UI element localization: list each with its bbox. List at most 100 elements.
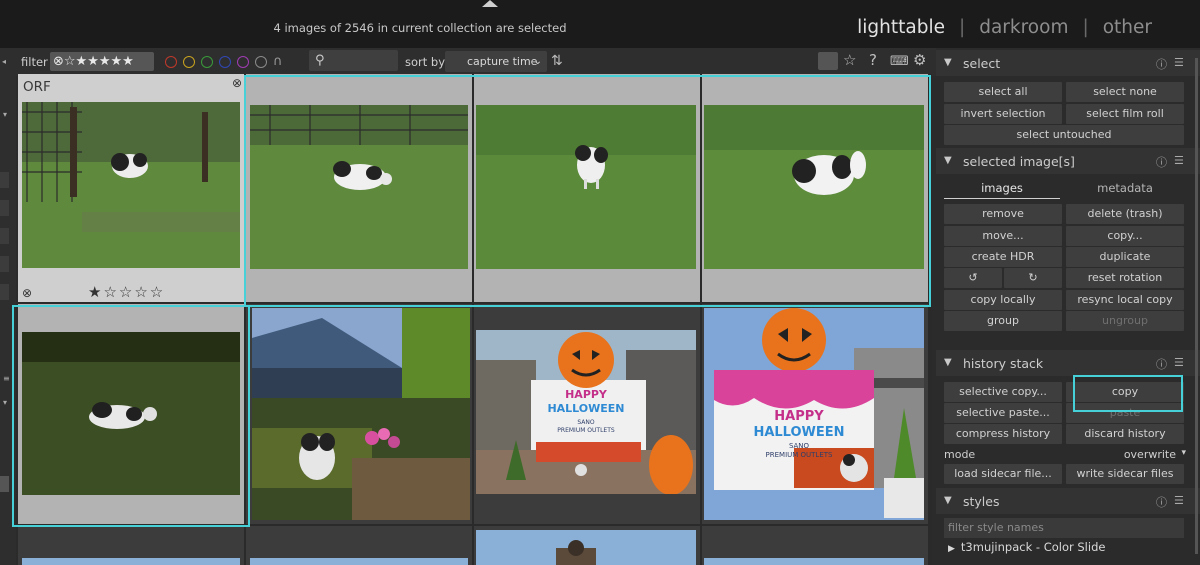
help-icon[interactable]: ? xyxy=(869,51,877,69)
reset-icon[interactable]: ⓘ xyxy=(1156,56,1167,72)
select-untouched-button[interactable]: select untouched xyxy=(944,125,1184,145)
presets-menu-icon[interactable]: ☰ xyxy=(1174,154,1184,167)
thumbnail-cell[interactable] xyxy=(246,304,472,524)
left-section-arrow-icon[interactable]: ▾ xyxy=(3,398,7,407)
left-panel-toggle-icon[interactable]: ◂ xyxy=(2,57,6,66)
left-panel-tab[interactable] xyxy=(0,284,9,300)
search-input[interactable]: ⚲ xyxy=(309,50,398,71)
color-label-purple-icon[interactable] xyxy=(237,56,249,68)
style-filter-input[interactable]: filter style names xyxy=(944,518,1184,538)
view-separator: | xyxy=(958,17,966,38)
left-panel-tab[interactable] xyxy=(0,256,9,272)
thumbnail-image xyxy=(22,558,240,565)
load-sidecar-button[interactable]: load sidecar file... xyxy=(944,464,1062,484)
thumbnail-cell[interactable] xyxy=(246,526,472,565)
star-icon[interactable]: ☆ xyxy=(843,51,856,69)
duplicate-button[interactable]: duplicate xyxy=(1066,247,1184,267)
left-panel-tab[interactable] xyxy=(0,476,9,492)
selective-copy-button[interactable]: selective copy... xyxy=(944,382,1062,402)
selection-highlight xyxy=(12,305,250,527)
right-panel-scrollbar[interactable] xyxy=(1195,58,1198,554)
rotate-ccw-button[interactable]: ↺ xyxy=(944,268,1002,288)
color-label-yellow-icon[interactable] xyxy=(183,56,195,68)
thumbnail-image: HAPPY HALLOWEEN SANO PREMIUM OUTLETS xyxy=(704,308,924,520)
copy-locally-button[interactable]: copy locally xyxy=(944,290,1062,310)
select-all-button[interactable]: select all xyxy=(944,82,1062,102)
color-label-filter: ∩ xyxy=(165,55,283,68)
presets-menu-icon[interactable]: ☰ xyxy=(1174,356,1184,369)
left-panel-tab[interactable] xyxy=(0,200,9,216)
tab-images[interactable]: images xyxy=(944,179,1060,199)
thumbnail-cell[interactable]: HAPPY HALLOWEEN SANO PREMIUM OUTLETS xyxy=(702,304,928,524)
sort-dropdown[interactable]: capture time ⌄ xyxy=(445,51,547,72)
move-button[interactable]: move... xyxy=(944,226,1062,246)
color-label-red-icon[interactable] xyxy=(165,56,177,68)
mode-row[interactable]: mode overwrite ▾ xyxy=(944,448,1186,461)
thumbnail-cell[interactable] xyxy=(18,526,244,565)
mode-value[interactable]: overwrite xyxy=(1124,448,1176,461)
color-label-operator-icon[interactable]: ∩ xyxy=(273,55,283,68)
select-none-button[interactable]: select none xyxy=(1066,82,1184,102)
sort-value: capture time xyxy=(467,55,538,68)
tab-metadata[interactable]: metadata xyxy=(1066,179,1184,199)
select-section-header[interactable]: ▼ select ⓘ ☰ xyxy=(936,50,1200,76)
thumbnail-image xyxy=(22,102,240,268)
color-label-blue-icon[interactable] xyxy=(219,56,231,68)
thumbnail-cell[interactable]: ORF ⊗ ⊗ ★☆☆☆☆ xyxy=(18,74,244,302)
thumbnail-cell[interactable]: HAPPY HALLOWEEN SANO PREMIUM OUTLETS xyxy=(474,304,700,524)
group-button[interactable]: group xyxy=(944,311,1062,331)
rating-stars[interactable]: ★☆☆☆☆ xyxy=(88,283,165,301)
selective-paste-button[interactable]: selective paste... xyxy=(944,403,1062,423)
collapse-triangle-icon: ▼ xyxy=(944,57,952,68)
thumbnail-cell[interactable] xyxy=(702,526,928,565)
file-extension: ORF xyxy=(23,79,51,95)
reset-icon[interactable]: ⓘ xyxy=(1156,494,1167,510)
filter-label: filter xyxy=(21,55,48,69)
color-label-green-icon[interactable] xyxy=(201,56,213,68)
delete-trash-button[interactable]: delete (trash) xyxy=(1066,204,1184,224)
copy-images-button[interactable]: copy... xyxy=(1066,226,1184,246)
selected-images-section-header[interactable]: ▼ selected image[s] ⓘ ☰ xyxy=(936,148,1200,174)
layout-toggle-icon[interactable] xyxy=(818,52,838,70)
top-panel-collapse-icon[interactable] xyxy=(482,0,498,7)
left-section-arrow-icon[interactable]: ▾ xyxy=(3,110,7,119)
remove-button[interactable]: remove xyxy=(944,204,1062,224)
view-darkroom[interactable]: darkroom xyxy=(975,17,1072,38)
group-icon[interactable]: ⊗ xyxy=(232,76,242,90)
write-sidecar-button[interactable]: write sidecar files xyxy=(1066,464,1184,484)
presets-menu-icon[interactable]: ☰ xyxy=(1174,56,1184,69)
discard-history-button[interactable]: discard history xyxy=(1066,424,1184,444)
view-other[interactable]: other xyxy=(1099,17,1156,38)
style-name: t3mujinpack - Color Slide xyxy=(960,540,1106,554)
reset-rotation-button[interactable]: reset rotation xyxy=(1066,268,1184,288)
rating-filter[interactable]: ⊗☆★★★★★ xyxy=(50,52,154,71)
left-panel-tab[interactable] xyxy=(0,228,9,244)
styles-section-header[interactable]: ▼ styles ⓘ ☰ xyxy=(936,488,1200,514)
sign-text: SANO xyxy=(577,419,595,426)
reject-icon[interactable]: ⊗ xyxy=(22,286,32,300)
reset-icon[interactable]: ⓘ xyxy=(1156,356,1167,372)
presets-menu-icon[interactable]: ☰ xyxy=(1174,494,1184,507)
reset-icon[interactable]: ⓘ xyxy=(1156,154,1167,170)
copy-button-highlight xyxy=(1073,375,1183,412)
view-lighttable[interactable]: lighttable xyxy=(853,17,949,38)
history-stack-section-header[interactable]: ▼ history stack ⓘ ☰ xyxy=(936,350,1200,376)
keyboard-icon[interactable]: ⌨ xyxy=(890,54,909,69)
invert-selection-button[interactable]: invert selection xyxy=(944,104,1062,124)
left-panel-tab[interactable] xyxy=(0,172,9,188)
style-list-item[interactable]: ▶ t3mujinpack - Color Slide xyxy=(948,540,1105,554)
sign-text: PREMIUM OUTLETS xyxy=(766,451,834,459)
left-section-arrow-icon[interactable]: ≡ xyxy=(3,374,10,383)
rotate-cw-button[interactable]: ↻ xyxy=(1004,268,1062,288)
color-label-clear-icon[interactable] xyxy=(255,56,267,68)
thumbnail-cell[interactable] xyxy=(474,526,700,565)
sort-order-icon[interactable]: ⇅ xyxy=(551,53,563,69)
ungroup-button[interactable]: ungroup xyxy=(1066,311,1184,331)
select-film-roll-button[interactable]: select film roll xyxy=(1066,104,1184,124)
collapse-triangle-icon: ▼ xyxy=(944,357,952,368)
gear-icon[interactable]: ⚙ xyxy=(913,51,926,69)
view-switcher: lighttable | darkroom | other xyxy=(853,17,1156,38)
create-hdr-button[interactable]: create HDR xyxy=(944,247,1062,267)
compress-history-button[interactable]: compress history xyxy=(944,424,1062,444)
resync-local-copy-button[interactable]: resync local copy xyxy=(1066,290,1184,310)
